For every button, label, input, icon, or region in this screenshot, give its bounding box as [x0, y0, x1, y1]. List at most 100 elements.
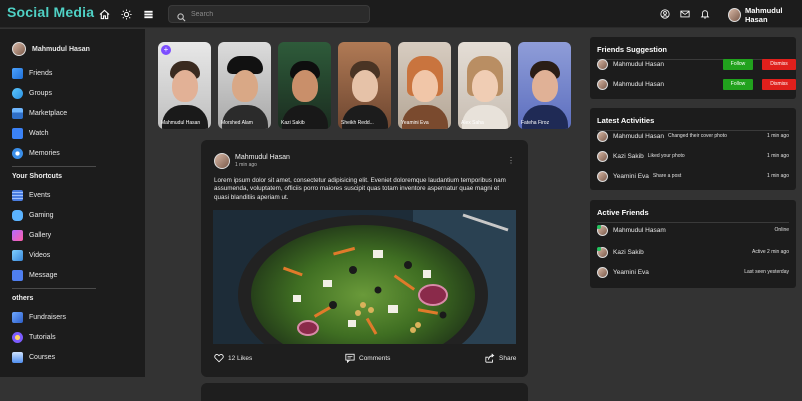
- comment-button[interactable]: Comments: [345, 353, 390, 363]
- sidebar-item-gaming[interactable]: Gaming: [12, 208, 54, 222]
- activity-row[interactable]: Yeamini Eva Share a post 1 min ago: [597, 170, 789, 182]
- sidebar-item-gallery[interactable]: Gallery: [12, 228, 51, 242]
- sidebar-item-courses[interactable]: Courses: [12, 350, 55, 364]
- sidebar-item-memories[interactable]: Memories: [12, 146, 60, 160]
- mail-icon[interactable]: [678, 7, 692, 21]
- sidebar-item-message[interactable]: Message: [12, 268, 57, 282]
- story-name: Fateha Firoz: [521, 120, 550, 126]
- left-sidebar: Mahmudul Hasan Friends Groups Marketplac…: [0, 29, 145, 377]
- more-options-icon[interactable]: ⋮: [507, 156, 515, 165]
- share-button[interactable]: Share: [485, 353, 516, 363]
- story-thumbnail: [411, 69, 438, 102]
- post-author[interactable]: Mahmudul Hasan: [235, 154, 290, 161]
- sidebar-item-label: Marketplace: [29, 109, 68, 117]
- avatar: [597, 150, 608, 162]
- story-name: Alex Saha: [461, 120, 484, 126]
- sidebar-item-watch[interactable]: Watch: [12, 126, 49, 140]
- courses-icon: [12, 351, 23, 363]
- sidebar-item-tutorials[interactable]: Tutorials: [12, 330, 56, 344]
- activity-row[interactable]: Kazi Sakib Liked your photo 1 min ago: [597, 150, 789, 162]
- panel-title: Latest Activities: [597, 116, 655, 125]
- post-image[interactable]: [213, 210, 516, 344]
- others-heading: others: [12, 295, 34, 302]
- sidebar-item-label: Videos: [29, 251, 51, 259]
- message-icon: [12, 269, 23, 281]
- activity-text: Liked your photo: [647, 153, 685, 159]
- app-logo[interactable]: Social Media: [7, 4, 94, 20]
- sidebar-item-label: Groups: [29, 89, 52, 97]
- sidebar-item-events[interactable]: Events: [12, 188, 50, 202]
- story-name: Sheikh Redd...: [341, 120, 374, 126]
- latest-activities-panel: Latest Activities Mahmudul Hasan Changed…: [590, 108, 796, 190]
- story-name: Kazi Sakib: [281, 120, 305, 126]
- share-label: Share: [499, 354, 517, 362]
- search-bar: [168, 5, 370, 23]
- dismiss-button[interactable]: Dismiss: [762, 78, 796, 90]
- avatar: [12, 42, 26, 56]
- story-name: Yeamini Eva: [401, 120, 429, 126]
- story-card[interactable]: Kazi Sakib: [278, 42, 331, 129]
- active-friend-row[interactable]: Yeamini Eva Last seen yesterday: [597, 266, 789, 278]
- story-card[interactable]: Alex Saha: [458, 42, 511, 129]
- suggestion-name[interactable]: Mahmudul Hasan: [613, 61, 664, 68]
- follow-button[interactable]: Follow: [723, 78, 753, 90]
- suggestion-row: Mahmudul Hasan Follow Dismiss: [597, 58, 796, 70]
- watch-icon: [12, 127, 23, 139]
- suggestion-name[interactable]: Mahmudul Hasan: [613, 81, 664, 88]
- sidebar-item-label: Events: [29, 191, 51, 199]
- avatar: [597, 130, 608, 142]
- sidebar-item-label: Memories: [29, 149, 60, 157]
- activity-time: 1 min ago: [767, 153, 789, 159]
- story-card[interactable]: + Mahmudul Hasan: [158, 42, 211, 129]
- like-button[interactable]: 12 Likes: [214, 353, 252, 363]
- sidebar-item-marketplace[interactable]: Marketplace: [12, 106, 67, 120]
- story-thumbnail: [291, 69, 318, 102]
- avatar[interactable]: [597, 58, 608, 70]
- activity-time: 1 min ago: [767, 173, 789, 179]
- home-icon[interactable]: [97, 7, 111, 21]
- bell-icon[interactable]: [698, 7, 712, 21]
- avatar[interactable]: [597, 78, 608, 90]
- story-card[interactable]: Morshed Alam: [218, 42, 271, 129]
- post-actions: 12 Likes Comments Share: [214, 353, 516, 365]
- sidebar-item-friends[interactable]: Friends: [12, 66, 52, 80]
- sidebar-item-fundraisers[interactable]: Fundraisers: [12, 310, 66, 324]
- active-friend-name: Kazi Sakib: [613, 248, 644, 256]
- sun-icon[interactable]: [119, 7, 133, 21]
- story-thumbnail: [171, 69, 198, 102]
- sidebar-item-groups[interactable]: Groups: [12, 86, 52, 100]
- likes-count: 12 Likes: [228, 354, 253, 362]
- sidebar-item-label: Message: [29, 271, 58, 279]
- user-menu[interactable]: Mahmudul Hasan: [724, 6, 802, 24]
- activity-name: Mahmudul Hasan: [613, 132, 664, 140]
- memories-icon: [12, 147, 23, 159]
- sidebar-profile-name: Mahmudul Hasan: [32, 45, 90, 53]
- story-name: Morshed Alam: [221, 120, 253, 126]
- profile-icon[interactable]: [658, 7, 672, 21]
- add-story-button[interactable]: +: [161, 45, 171, 55]
- post-text: Lorem ipsum dolor sit amet, consectetur …: [214, 177, 506, 201]
- active-friend-row[interactable]: Mahmudul Hasam Online: [597, 224, 789, 236]
- next-post-card: [201, 383, 528, 401]
- divider: [12, 288, 96, 289]
- story-card[interactable]: Fateha Firoz: [518, 42, 571, 129]
- sidebar-profile[interactable]: Mahmudul Hasan: [12, 42, 90, 56]
- comments-label: Comments: [359, 354, 391, 362]
- sidebar-item-videos[interactable]: Videos: [12, 248, 50, 262]
- sidebar-item-label: Courses: [29, 353, 56, 361]
- activity-name: Kazi Sakib: [613, 152, 644, 160]
- grid-menu-icon[interactable]: [141, 7, 155, 21]
- dismiss-button[interactable]: Dismiss: [762, 58, 796, 70]
- story-card[interactable]: Sheikh Redd...: [338, 42, 391, 129]
- active-friend-status: Online: [774, 227, 789, 233]
- online-indicator: [597, 225, 601, 229]
- search-input[interactable]: [191, 7, 361, 21]
- story-card[interactable]: Yeamini Eva: [398, 42, 451, 129]
- divider: [12, 166, 96, 167]
- avatar[interactable]: [214, 153, 230, 169]
- user-name: Mahmudul Hasan: [745, 6, 783, 24]
- divider: [597, 222, 789, 223]
- follow-button[interactable]: Follow: [723, 58, 753, 70]
- active-friend-row[interactable]: Kazi Sakib Active 2 min ago: [597, 246, 789, 258]
- activity-row[interactable]: Mahmudul Hasan Changed their cover photo…: [597, 130, 789, 142]
